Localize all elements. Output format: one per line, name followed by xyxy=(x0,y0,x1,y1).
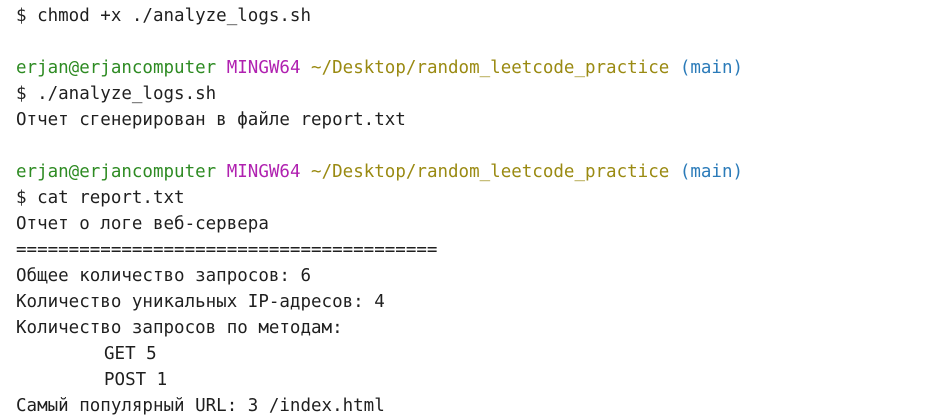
report-method-post: POST 1 xyxy=(16,367,948,393)
command-line: $ ./analyze_logs.sh xyxy=(16,84,217,104)
terminal-output[interactable]: $ chmod +x ./analyze_logs.sh erjan@erjan… xyxy=(0,0,948,420)
prompt-env: MINGW64 xyxy=(226,162,301,182)
report-methods-header: Количество запросов по методам: xyxy=(16,318,343,338)
prompt-env: MINGW64 xyxy=(226,58,301,78)
report-title: Отчет о логе веб-сервера xyxy=(16,214,269,234)
shell-prompt: erjan@erjancomputer MINGW64 ~/Desktop/ra… xyxy=(16,159,948,185)
report-total-requests: Общее количество запросов: 6 xyxy=(16,266,312,286)
prompt-branch: (main) xyxy=(679,162,744,182)
output-line: Отчет сгенерирован в файле report.txt xyxy=(16,110,406,130)
report-popular-url: Самый популярный URL: 3 /index.html xyxy=(16,396,385,416)
method-post-text: POST 1 xyxy=(104,370,168,390)
prompt-path: ~/Desktop/random_leetcode_practice xyxy=(311,162,670,182)
report-unique-ips: Количество уникальных IP-адресов: 4 xyxy=(16,292,385,312)
method-get-text: GET 5 xyxy=(104,344,157,364)
prompt-path: ~/Desktop/random_leetcode_practice xyxy=(311,58,670,78)
command-line: $ cat report.txt xyxy=(16,188,185,208)
prompt-user: erjan@erjancomputer xyxy=(16,162,217,182)
command-line: $ chmod +x ./analyze_logs.sh xyxy=(16,6,312,26)
prompt-branch: (main) xyxy=(679,58,744,78)
report-method-get: GET 5 xyxy=(16,341,948,367)
report-separator: ======================================== xyxy=(16,240,438,260)
shell-prompt: erjan@erjancomputer MINGW64 ~/Desktop/ra… xyxy=(16,55,948,81)
prompt-user: erjan@erjancomputer xyxy=(16,58,217,78)
